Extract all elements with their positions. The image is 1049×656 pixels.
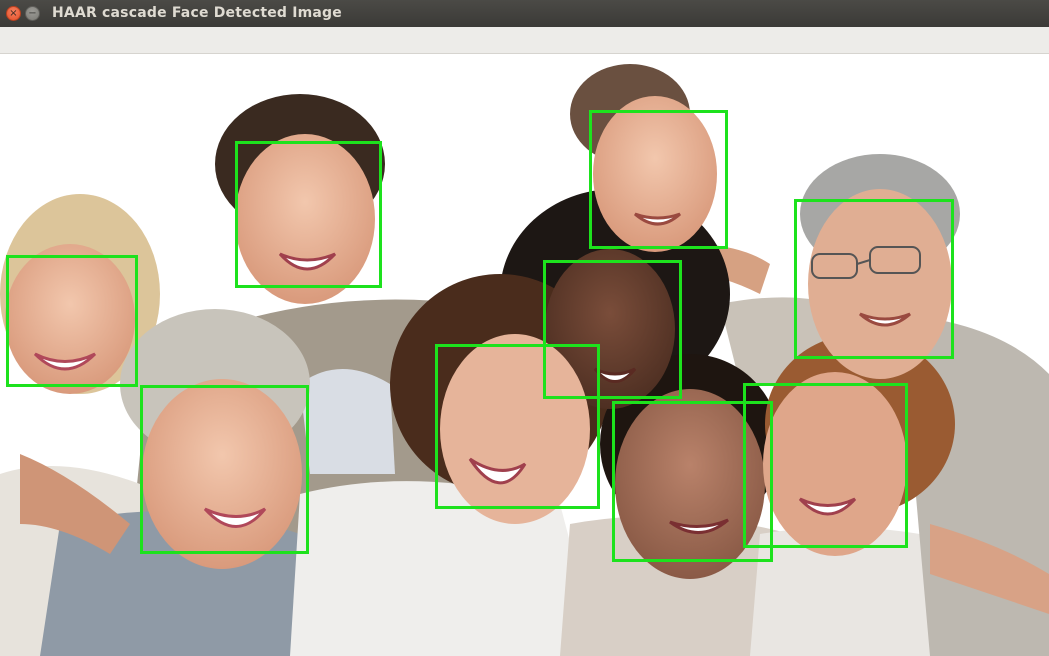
face-detection-box [140,385,309,554]
minimize-button[interactable]: − [25,6,40,21]
window-titlebar[interactable]: × − HAAR cascade Face Detected Image [0,0,1049,27]
face-detection-box [589,110,728,249]
close-icon: × [9,7,18,19]
window-title: HAAR cascade Face Detected Image [52,5,342,21]
face-detection-box [235,141,382,288]
minimize-icon: − [28,7,37,19]
face-detection-box [794,199,954,359]
window-toolbar [0,27,1049,54]
image-canvas [0,54,1049,656]
face-detection-box [435,344,600,509]
face-detection-box [612,401,773,562]
close-button[interactable]: × [6,6,21,21]
face-detection-box [6,255,138,387]
